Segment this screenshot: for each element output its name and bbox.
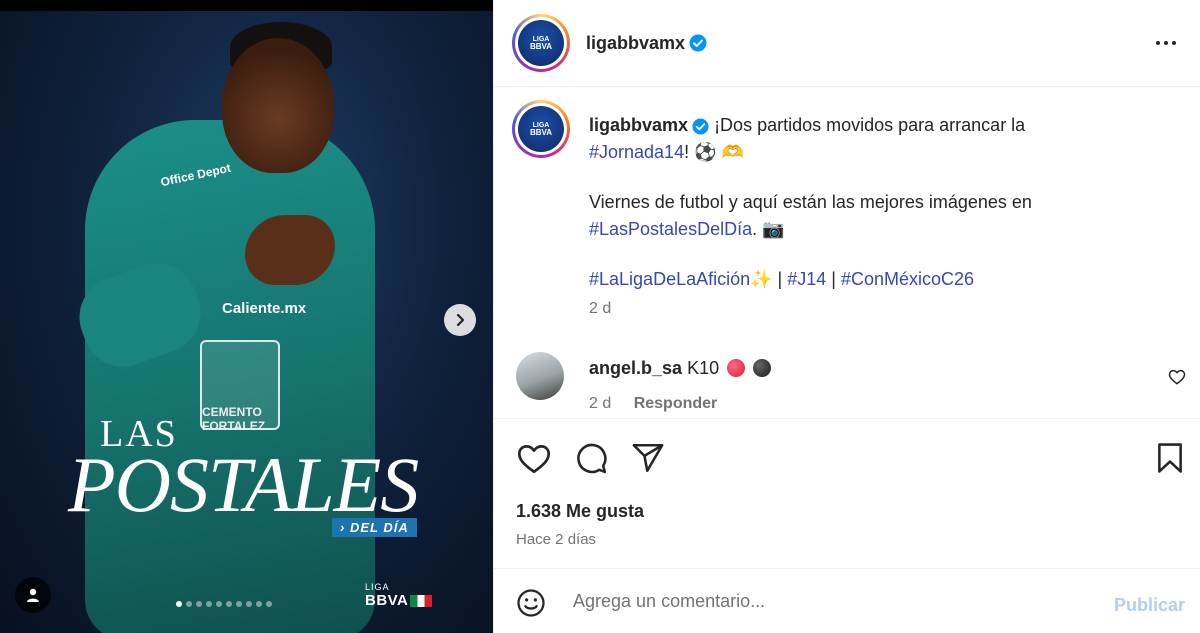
- carousel-dot: [226, 601, 232, 607]
- like-count[interactable]: 1.638 Me gusta: [516, 501, 644, 522]
- carousel-dot: [176, 601, 182, 607]
- verified-badge-icon: [689, 34, 707, 52]
- comment-input[interactable]: [573, 591, 1073, 612]
- author-avatar[interactable]: LIGA BBVA: [512, 14, 570, 72]
- avatar-text-bottom: BBVA: [529, 127, 553, 137]
- carousel-dot: [236, 601, 242, 607]
- caption-body: ligabbvamx ¡Dos partidos movidos para ar…: [589, 112, 1149, 293]
- post-media[interactable]: Office Depot Caliente.mx CEMENTO FORTALE…: [0, 0, 493, 633]
- share-paper-plane-icon[interactable]: [631, 441, 665, 475]
- carousel-dot: [206, 601, 212, 607]
- post-age[interactable]: Hace 2 días: [516, 531, 596, 548]
- comment-bubble-icon[interactable]: [574, 441, 608, 475]
- caption-line1: ¡Dos partidos movidos para arrancar la: [714, 115, 1026, 135]
- hashtag-j14[interactable]: #J14: [787, 269, 826, 289]
- brand-small: LIGA: [365, 582, 390, 592]
- carousel-dot: [216, 601, 222, 607]
- user-icon: [27, 588, 39, 602]
- commenter-avatar[interactable]: [516, 352, 564, 400]
- shirt-sponsor-mid: Caliente.mx: [222, 300, 307, 317]
- caption-line2-suffix: !: [684, 142, 690, 162]
- comment-text: K10: [687, 358, 720, 378]
- post-actions: 1.638 Me gusta Hace 2 días: [494, 418, 1200, 568]
- comment-heart-icon[interactable]: [1168, 368, 1186, 386]
- publish-button[interactable]: Publicar: [1114, 595, 1185, 616]
- comment-meta: 2 d Responder: [589, 395, 717, 413]
- carousel-next-button[interactable]: [444, 304, 476, 336]
- black-circle-emoji: [753, 359, 772, 377]
- author-username[interactable]: ligabbvamx: [586, 33, 685, 54]
- comment-composer: Publicar: [494, 568, 1200, 633]
- post-sidebar: LIGA BBVA ligabbvamx LIGA BBVA ligabbvam…: [493, 0, 1200, 633]
- mx-flag-icon: [410, 594, 433, 607]
- red-circle-emoji: [727, 359, 746, 377]
- separator: |: [772, 269, 788, 289]
- separator: |: [826, 269, 841, 289]
- hashtag-jornada14[interactable]: #Jornada14: [589, 142, 684, 162]
- commenter-username[interactable]: angel.b_sa: [589, 358, 682, 378]
- liga-bbva-logo: LIGA BBVA: [365, 582, 433, 610]
- tagged-users-button[interactable]: [15, 577, 51, 613]
- caption-author-avatar[interactable]: LIGA BBVA: [512, 100, 570, 158]
- carousel-dot: [256, 601, 262, 607]
- emoji-smiley-icon[interactable]: [516, 588, 546, 618]
- carousel-dot: [266, 601, 272, 607]
- chevron-right-icon: [456, 313, 465, 327]
- caption-timestamp[interactable]: 2 d: [589, 300, 611, 318]
- caption-username[interactable]: ligabbvamx: [589, 115, 688, 135]
- more-options-icon[interactable]: [1154, 33, 1178, 53]
- caption-emojis: ⚽ 🫶: [694, 142, 744, 162]
- reply-button[interactable]: Responder: [634, 395, 718, 412]
- liga-logo-avatar: LIGA BBVA: [518, 20, 564, 66]
- brand-big: BBVA: [365, 592, 409, 609]
- save-bookmark-icon[interactable]: [1153, 441, 1187, 475]
- sparkle-emoji: ✨: [750, 269, 773, 289]
- carousel-dot: [186, 601, 192, 607]
- carousel-indicator: [176, 601, 272, 607]
- comment-timestamp[interactable]: 2 d: [589, 395, 611, 412]
- comment-body: angel.b_sa K10: [589, 358, 772, 379]
- hashtag-la-liga-de-la-aficion[interactable]: #LaLigaDeLaAfición: [589, 269, 750, 289]
- player-hand: [245, 215, 335, 285]
- hashtag-las-postales[interactable]: #LasPostalesDelDía: [589, 219, 752, 239]
- avatar-text-bottom: BBVA: [529, 41, 553, 51]
- like-heart-icon[interactable]: [516, 441, 552, 477]
- player-head: [222, 38, 334, 173]
- hashtag-con-mexico-c26[interactable]: #ConMéxicoC26: [841, 269, 974, 289]
- carousel-dot: [246, 601, 252, 607]
- caption-para2-suffix: . 📷: [752, 219, 785, 239]
- verified-badge-icon: [692, 118, 709, 135]
- caption-para2: Viernes de futbol y aquí están las mejor…: [589, 192, 1032, 212]
- shirt-badge-text: CEMENTO FORTALEZ: [202, 405, 266, 433]
- media-top-bar: [0, 0, 493, 11]
- liga-logo-avatar: LIGA BBVA: [518, 106, 564, 152]
- headline-big: POSTALES: [68, 441, 419, 528]
- post-header: LIGA BBVA ligabbvamx: [494, 0, 1200, 87]
- carousel-dot: [196, 601, 202, 607]
- headline-tagline: › DEL DÍA: [332, 518, 417, 537]
